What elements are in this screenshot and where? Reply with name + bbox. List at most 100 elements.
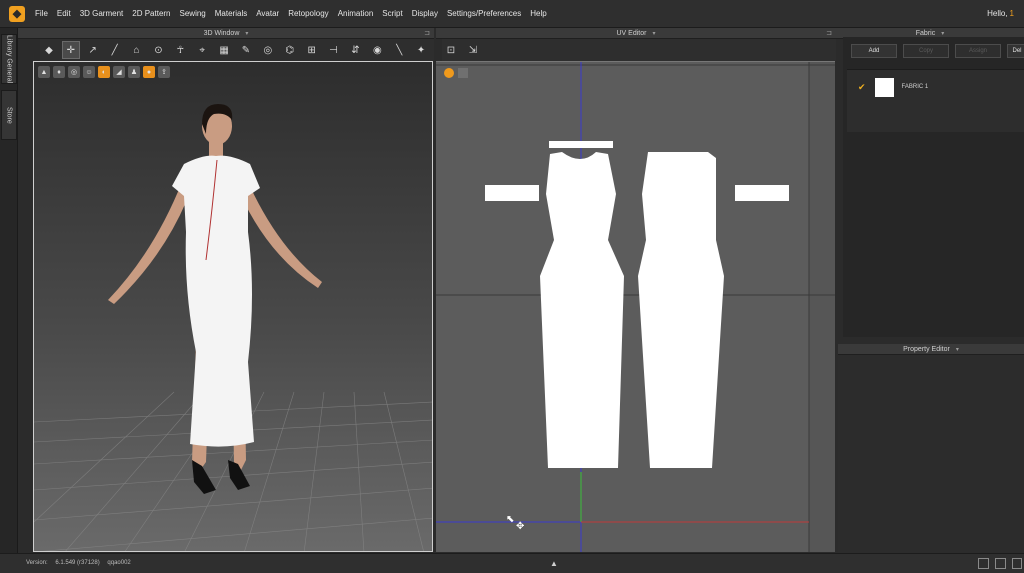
app-logo-icon[interactable]: ◆ — [9, 5, 25, 22]
display-avatar-icon[interactable]: ☺ — [83, 66, 95, 78]
zipper-icon[interactable]: ╲ — [390, 41, 408, 59]
uv-editor-viewport[interactable]: ⬉ ✥ — [436, 61, 835, 552]
greeting-count: 1 — [1009, 9, 1014, 18]
fabric-assign-button[interactable]: Assign — [955, 44, 1001, 58]
fabric-check-icon[interactable]: ✔ — [858, 82, 866, 93]
layout-single-icon[interactable] — [978, 558, 989, 569]
display-shaded-icon[interactable]: ◐ — [98, 66, 110, 78]
view3d-header: 3D Window ▾ ⊐ — [18, 28, 434, 39]
transform-icon[interactable]: ✛ — [61, 41, 80, 59]
fabric-title: Fabric — [915, 30, 936, 37]
expand-up-icon[interactable]: ▲ — [550, 559, 558, 568]
uv-dropdown-icon[interactable]: ▾ — [652, 31, 655, 37]
menu-edit[interactable]: Edit — [57, 9, 71, 18]
fabric-add-button[interactable]: Add — [851, 44, 897, 58]
view3d-viewport[interactable]: ▲ ♦ ◎ ☺ ◐ ◢ ♟ ● ⇪ — [33, 61, 433, 552]
view3d-scene — [34, 104, 432, 551]
view3d-pin-icon[interactable]: ⊐ — [424, 28, 430, 39]
property-editor-title: Property Editor — [903, 346, 950, 353]
fabric-copy-button[interactable]: Copy — [903, 44, 949, 58]
fabric-panel: Add Copy Assign Del ✔ FABRIC 1 — [843, 37, 1024, 337]
uv-toolbar: ⊡ ⇲ — [442, 39, 836, 61]
pattern-front — [540, 152, 624, 468]
uv-pin-icon[interactable]: ⊐ — [826, 28, 832, 39]
pattern-sleeve-right — [735, 185, 789, 201]
menu-bar: ◆ File Edit 3D Garment 2D Pattern Sewing… — [0, 0, 1024, 28]
avatar-pose-icon[interactable]: ☥ — [171, 41, 189, 59]
uv-export-icon[interactable]: ⇲ — [464, 41, 482, 59]
pin-icon[interactable]: ⌖ — [193, 41, 211, 59]
version-label: Version: — [26, 560, 48, 566]
version-value: 6.1.549 (r37128) — [55, 560, 100, 566]
menu-animation[interactable]: Animation — [338, 9, 374, 18]
brush-icon[interactable]: ▦ — [215, 41, 233, 59]
button-icon[interactable]: ◉ — [368, 41, 386, 59]
display-sphere-icon[interactable]: ● — [143, 66, 155, 78]
view3d-dropdown-icon[interactable]: ▾ — [245, 31, 248, 37]
menu-avatar[interactable]: Avatar — [256, 9, 279, 18]
uv-canvas: ⬉ ✥ — [436, 62, 835, 552]
menu-retopology[interactable]: Retopology — [288, 9, 328, 18]
measure-icon[interactable]: ✎ — [237, 41, 255, 59]
menu-materials[interactable]: Materials — [215, 9, 247, 18]
menu-help[interactable]: Help — [530, 9, 546, 18]
uv-cursor-icon: ⬉ — [506, 514, 514, 525]
fabric-buttons: Add Copy Assign Del — [851, 44, 1024, 58]
pattern-sleeve-left — [485, 185, 539, 201]
menu-settings[interactable]: Settings/Preferences — [447, 9, 521, 18]
tab-store[interactable]: Store — [1, 90, 17, 140]
uv-display-mode-icon[interactable] — [458, 68, 468, 78]
uv-header: UV Editor ▾ ⊐ — [436, 28, 836, 39]
view3d-title: 3D Window — [203, 30, 240, 37]
shrink-icon[interactable]: ⊞ — [303, 41, 321, 59]
seam-icon[interactable]: ⇵ — [346, 41, 364, 59]
display-texture-icon[interactable]: ◎ — [68, 66, 80, 78]
display-export-icon[interactable]: ⇪ — [158, 66, 170, 78]
display-figure-icon[interactable]: ♟ — [128, 66, 140, 78]
select-mesh-icon[interactable]: ◆ — [40, 41, 58, 59]
version-info: Version: 6.1.549 (r37128) qqao002 — [26, 560, 137, 566]
layout-split-icon[interactable] — [995, 558, 1006, 569]
menu-sewing[interactable]: Sewing — [180, 9, 206, 18]
menu-display[interactable]: Display — [412, 9, 438, 18]
uv-snapshot-icon[interactable]: ⊡ — [442, 41, 460, 59]
menu-script[interactable]: Script — [382, 9, 402, 18]
arrangement-icon[interactable]: ◎ — [259, 41, 277, 59]
property-dropdown-icon[interactable]: ▾ — [956, 347, 959, 353]
build-id: qqao002 — [107, 560, 131, 566]
view3d-toolbar: ◆ ✛ ↗ ╱ ⌂ ⊙ ☥ ⌖ ▦ ✎ ◎ ⌬ ⊞ ⊣ ⇵ ◉ ╲ ✦ — [40, 39, 434, 61]
simulate-icon[interactable]: ✦ — [412, 41, 430, 59]
display-mesh-icon[interactable]: ▲ — [38, 66, 50, 78]
stitch-icon[interactable]: ⊣ — [325, 41, 343, 59]
marvelous-designer-window: ◆ File Edit 3D Garment 2D Pattern Sewing… — [0, 0, 1024, 573]
display-light-icon[interactable]: ◢ — [113, 66, 125, 78]
menu-file[interactable]: File — [35, 9, 48, 18]
display-garment-icon[interactable]: ♦ — [53, 66, 65, 78]
greeting-text: Hello, — [987, 9, 1008, 18]
fabric-list: ✔ FABRIC 1 — [847, 69, 1024, 132]
status-bar: Version: 6.1.549 (r37128) qqao002 ▲ — [0, 553, 1024, 573]
avatar-left-shoe — [192, 460, 216, 494]
uv-display-sphere-icon[interactable] — [444, 68, 454, 78]
fold-icon[interactable]: ⌂ — [128, 41, 146, 59]
tack-icon[interactable]: ⊙ — [149, 41, 167, 59]
steam-icon[interactable]: ⌬ — [281, 41, 299, 59]
uv-move-icon: ✥ — [516, 521, 524, 532]
pattern-collar — [549, 141, 613, 148]
tab-library[interactable]: Library General — [1, 34, 17, 84]
property-editor-header: Property Editor ▾ — [838, 344, 1024, 355]
user-greeting[interactable]: Hello, 1 — [987, 9, 1014, 18]
view3d-display-icons: ▲ ♦ ◎ ☺ ◐ ◢ ♟ ● ⇪ — [38, 66, 173, 78]
layout-triple-icon[interactable] — [1012, 558, 1022, 569]
avatar-dress — [172, 155, 260, 447]
menu-2d-pattern[interactable]: 2D Pattern — [132, 9, 170, 18]
avatar-left-arm — [108, 182, 186, 304]
fabric-swatch[interactable] — [874, 77, 894, 97]
segment-icon[interactable]: ╱ — [106, 41, 124, 59]
menu-3d-garment[interactable]: 3D Garment — [80, 9, 124, 18]
edit-point-icon[interactable]: ↗ — [84, 41, 102, 59]
left-side-tabs: Library General Store — [0, 28, 18, 553]
fabric-name: FABRIC 1 — [901, 84, 929, 90]
fabric-list-item[interactable]: ✔ FABRIC 1 — [847, 76, 1024, 98]
fabric-delete-button[interactable]: Del — [1007, 44, 1024, 58]
